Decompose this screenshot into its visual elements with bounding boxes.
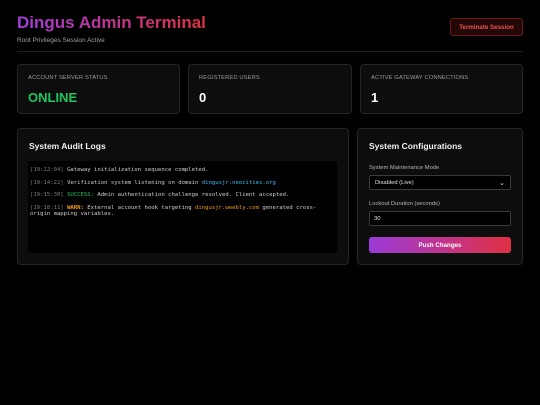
page-title: Dingus Admin Terminal xyxy=(17,13,206,32)
log-line: [19:12:04] Gateway initialization sequen… xyxy=(30,167,335,174)
log-timestamp: [19:12:04] xyxy=(30,167,64,173)
stat-label: ACTIVE GATEWAY CONNECTIONS xyxy=(371,75,469,81)
stat-card-registered-users: REGISTERED USERS 0 xyxy=(188,64,352,114)
system-config-title: System Configurations xyxy=(369,141,463,151)
maintenance-mode-value: Disabled (Live) xyxy=(375,179,414,186)
audit-logs-panel: System Audit Logs [19:12:04] Gateway ini… xyxy=(17,128,349,265)
gateway-connections-value: 1 xyxy=(371,90,379,105)
lockout-duration-value: 30 xyxy=(374,215,381,222)
log-line: [19:15:30] SUCCESS: Admin authentication… xyxy=(30,192,335,199)
server-status-value: ONLINE xyxy=(28,90,78,105)
log-text: Verification system listening on domain xyxy=(67,179,202,186)
log-domain-link[interactable]: dingusjr.weebly.com xyxy=(195,205,259,211)
log-text: Gateway initialization sequence complete… xyxy=(67,167,209,173)
log-text: Admin authentication challenge resolved.… xyxy=(94,192,290,199)
log-text: External account hook targeting xyxy=(83,204,196,211)
session-subtitle: Root Privileges Session Active xyxy=(17,37,105,44)
log-timestamp: [19:15:30] xyxy=(30,192,64,199)
header-divider xyxy=(17,51,523,52)
maintenance-mode-select[interactable]: Disabled (Live) ⌄ xyxy=(369,175,511,190)
audit-logs-title: System Audit Logs xyxy=(29,141,106,151)
lockout-duration-label: Lockout Duration (seconds) xyxy=(369,201,440,207)
stat-label: REGISTERED USERS xyxy=(199,75,260,81)
log-timestamp: [19:14:22] xyxy=(30,179,64,186)
system-config-panel: System Configurations System Maintenance… xyxy=(357,128,523,265)
log-success-tag: SUCCESS: xyxy=(67,192,95,199)
log-timestamp: [19:18:11] xyxy=(30,204,64,211)
chevron-down-icon: ⌄ xyxy=(499,179,505,187)
lockout-duration-input[interactable]: 30 xyxy=(369,211,511,226)
log-domain-link[interactable]: dingusjr.neocities.org xyxy=(202,180,276,186)
stat-card-server-status: ACCOUNT SERVER STATUS ONLINE xyxy=(17,64,180,114)
registered-users-value: 0 xyxy=(199,90,207,105)
log-line: [19:14:22] Verification system listening… xyxy=(30,180,335,187)
log-line: [19:18:11] WARN: External account hook t… xyxy=(30,205,335,218)
terminate-session-button[interactable]: Terminate Session xyxy=(450,18,523,36)
maintenance-mode-label: System Maintenance Mode xyxy=(369,165,440,171)
stat-card-gateway-connections: ACTIVE GATEWAY CONNECTIONS 1 xyxy=(360,64,523,114)
header: Dingus Admin Terminal Root Privileges Se… xyxy=(17,12,523,52)
push-changes-button[interactable]: Push Changes xyxy=(369,237,511,253)
stat-label: ACCOUNT SERVER STATUS xyxy=(28,75,108,81)
log-warn-tag: WARN: xyxy=(67,204,84,211)
log-console[interactable]: [19:12:04] Gateway initialization sequen… xyxy=(28,161,337,253)
